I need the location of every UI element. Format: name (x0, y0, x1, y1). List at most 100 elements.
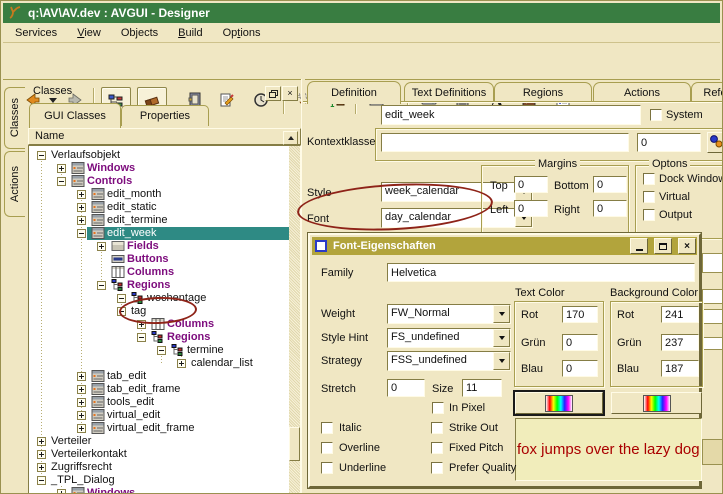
menu-build[interactable]: Build (174, 26, 206, 40)
tree-item-virtual-edit[interactable]: virtual_edit (29, 409, 289, 422)
tab-actions[interactable]: Actions (593, 82, 691, 103)
stretch-input[interactable] (387, 379, 425, 397)
menu-options[interactable]: Options (219, 26, 265, 40)
tree-item-windows[interactable]: Windows (29, 487, 289, 494)
expand-icon[interactable] (77, 385, 86, 394)
margin-right-input[interactable] (593, 200, 627, 217)
text-color-blau-input[interactable] (562, 360, 598, 377)
tree-item-edit-week[interactable]: edit_week (29, 227, 289, 240)
kontext-link-button[interactable] (707, 132, 723, 153)
weight-combobox[interactable]: FW_Normal (387, 304, 511, 324)
margin-left-input[interactable] (514, 200, 548, 217)
tree-item-fields[interactable]: Fields (29, 240, 289, 253)
tree-item--tpl-dialog[interactable]: _TPL_Dialog (29, 474, 289, 487)
checkbox-italic[interactable] (321, 422, 333, 434)
tree-item-edit-termine[interactable]: edit_termine (29, 214, 289, 227)
header-scroll-button[interactable] (283, 131, 298, 145)
tree-item-termine[interactable]: termine (29, 344, 289, 357)
tree-item-columns[interactable]: Columns (29, 266, 289, 279)
expand-icon[interactable] (77, 372, 86, 381)
panel-splitter[interactable] (301, 79, 305, 494)
kontextklasse-input[interactable] (381, 133, 629, 152)
combobox-arrow[interactable] (493, 352, 510, 370)
tree-item-edit-static[interactable]: edit_static (29, 201, 289, 214)
side-tab-actions[interactable]: Actions (4, 151, 25, 217)
checkbox-fixed-pitch[interactable] (431, 442, 443, 454)
expand-icon[interactable] (97, 242, 106, 251)
family-input[interactable] (387, 263, 695, 282)
expand-icon[interactable] (137, 320, 146, 329)
expand-icon[interactable] (177, 359, 186, 368)
tree-column-header[interactable]: Name (28, 128, 301, 145)
checkbox-output[interactable] (643, 209, 655, 221)
checkbox-strike-out[interactable] (431, 422, 443, 434)
dialog-titlebar[interactable]: Font-Eigenschaften × (312, 237, 697, 255)
size-input[interactable] (462, 379, 502, 397)
tree-item-virtual-edit-frame[interactable]: virtual_edit_frame (29, 422, 289, 435)
kontext-number-input[interactable] (637, 133, 701, 152)
system-checkbox[interactable] (650, 109, 662, 121)
tab-refe[interactable]: Refe (691, 82, 723, 103)
window-titlebar[interactable]: q:\AV\AV.dev : AVGUI - Designer (3, 3, 720, 23)
expand-icon[interactable] (57, 164, 66, 173)
collapse-icon[interactable] (57, 177, 66, 186)
collapse-icon[interactable] (117, 307, 126, 316)
tree-vertical-scrollbar[interactable] (289, 146, 300, 494)
menu-services[interactable]: Services (11, 26, 61, 40)
bg-color-rot-input[interactable] (661, 306, 699, 323)
tree-item-controls[interactable]: Controls (29, 175, 289, 188)
tree-item-verteiler[interactable]: Verteiler (29, 435, 289, 448)
minimize-button[interactable] (630, 238, 648, 254)
tree-item-windows[interactable]: Windows (29, 162, 289, 175)
panel-float-button[interactable] (265, 86, 281, 101)
collapse-icon[interactable] (37, 476, 46, 485)
menu-objects[interactable]: Objects (117, 26, 162, 40)
tree-item-tools-edit[interactable]: tools_edit (29, 396, 289, 409)
expand-icon[interactable] (77, 203, 86, 212)
text-color-rot-input[interactable] (562, 306, 598, 323)
expand-icon[interactable] (77, 398, 86, 407)
collapse-icon[interactable] (137, 333, 146, 342)
collapse-icon[interactable] (37, 151, 46, 160)
tree-item-regions[interactable]: Regions (29, 279, 289, 292)
combobox-arrow[interactable] (493, 305, 510, 323)
tab-definition[interactable]: Definition (307, 81, 401, 104)
expand-icon[interactable] (37, 463, 46, 472)
tree-item-columns[interactable]: Columns (29, 318, 289, 331)
tree-item-verteilerkontakt[interactable]: Verteilerkontakt (29, 448, 289, 461)
background-color-picker-button[interactable] (611, 392, 702, 414)
maximize-button[interactable] (654, 238, 672, 254)
checkbox-dock-window[interactable] (643, 173, 655, 185)
tree-item-tab-edit[interactable]: tab_edit (29, 370, 289, 383)
expand-icon[interactable] (37, 437, 46, 446)
tree-item-zugriffsrecht[interactable]: Zugriffsrecht (29, 461, 289, 474)
expand-icon[interactable] (77, 424, 86, 433)
expand-icon[interactable] (77, 190, 86, 199)
strategy-combobox[interactable]: FSS_undefined (387, 351, 511, 371)
class-name-input[interactable] (381, 105, 641, 125)
checkbox-prefer-quality[interactable] (431, 462, 443, 474)
style-hint-combobox[interactable]: FS_undefined (387, 328, 511, 348)
side-tab-classes[interactable]: Classes (4, 87, 25, 149)
bg-color-grün-input[interactable] (661, 334, 699, 351)
tab-properties[interactable]: Properties (121, 105, 209, 126)
collapse-icon[interactable] (157, 346, 166, 355)
tree-item-regions[interactable]: Regions (29, 331, 289, 344)
tree-item-buttons[interactable]: Buttons (29, 253, 289, 266)
tree-item-edit-month[interactable]: edit_month (29, 188, 289, 201)
collapse-icon[interactable] (97, 281, 106, 290)
tree-item-wochentage[interactable]: wochentage (29, 292, 289, 305)
checkbox-overline[interactable] (321, 442, 333, 454)
tree-item-tag[interactable]: tag (29, 305, 289, 318)
tree-item-verlaufsobjekt[interactable]: Verlaufsobjekt (29, 149, 289, 162)
tab-text-definitions[interactable]: Text Definitions (404, 82, 494, 103)
tab-regions[interactable]: Regions (494, 82, 592, 103)
menu-view[interactable]: View (73, 26, 105, 40)
tree-item-calendar-list[interactable]: calendar_list (29, 357, 289, 370)
scrollbar-thumb[interactable] (289, 427, 300, 461)
collapse-icon[interactable] (117, 294, 126, 303)
panel-close-button[interactable]: × (282, 86, 298, 101)
checkbox-underline[interactable] (321, 462, 333, 474)
expand-icon[interactable] (37, 450, 46, 459)
tree-item-tab-edit-frame[interactable]: tab_edit_frame (29, 383, 289, 396)
